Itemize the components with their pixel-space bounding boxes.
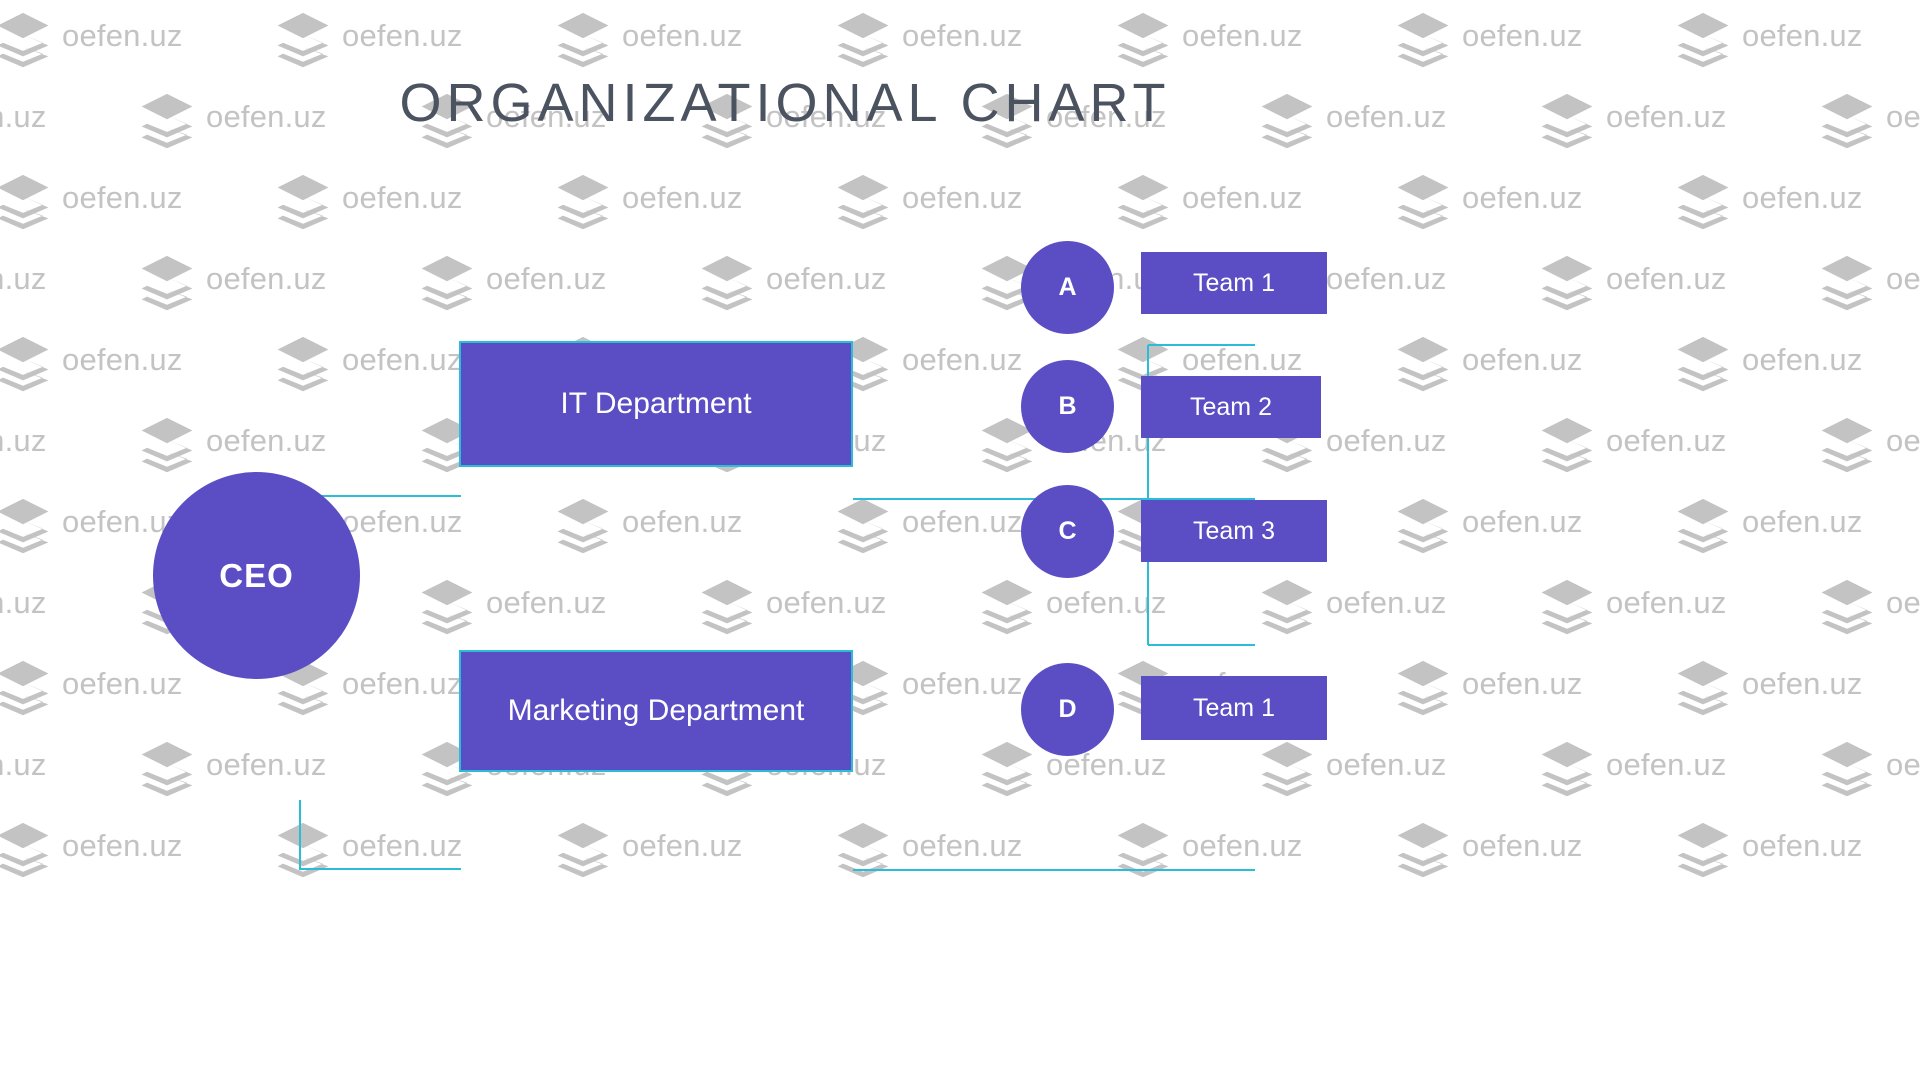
node-unit-a[interactable]: A	[1021, 241, 1114, 334]
node-team-3[interactable]: Team 3	[1141, 500, 1327, 562]
node-team-2-label: Team 2	[1190, 392, 1272, 421]
node-ceo-label: CEO	[219, 556, 294, 594]
page-title: ORGANIZATIONAL CHART	[399, 73, 1171, 133]
node-unit-c-label: C	[1058, 517, 1077, 545]
node-team-1-a-label: Team 1	[1193, 268, 1275, 297]
node-team-1-d[interactable]: Team 1	[1141, 676, 1327, 740]
node-unit-d-label: D	[1058, 695, 1077, 723]
node-unit-a-label: A	[1058, 273, 1077, 301]
node-marketing-department-label: Marketing Department	[507, 694, 805, 727]
node-team-1-a[interactable]: Team 1	[1141, 252, 1327, 314]
edge-ceo-marketing	[298, 800, 461, 871]
node-unit-b-label: B	[1058, 392, 1077, 420]
chart-layer: ORGANIZATIONAL CHART CEO IT Department M…	[0, 0, 1920, 1080]
node-unit-b[interactable]: B	[1021, 360, 1114, 453]
node-unit-d[interactable]: D	[1021, 663, 1114, 756]
node-it-department[interactable]: IT Department	[459, 341, 853, 467]
node-marketing-department[interactable]: Marketing Department	[459, 650, 853, 772]
node-it-department-label: IT Department	[560, 387, 752, 420]
node-team-1-d-label: Team 1	[1193, 693, 1275, 722]
organizational-chart-slide: oefen.uz oefen.uz oefen.uz oefen.uz oefen.uz…	[0, 0, 1920, 1080]
node-ceo[interactable]: CEO	[153, 472, 360, 679]
node-team-2[interactable]: Team 2	[1141, 376, 1321, 438]
node-unit-c[interactable]: C	[1021, 485, 1114, 578]
node-team-3-label: Team 3	[1193, 516, 1275, 545]
